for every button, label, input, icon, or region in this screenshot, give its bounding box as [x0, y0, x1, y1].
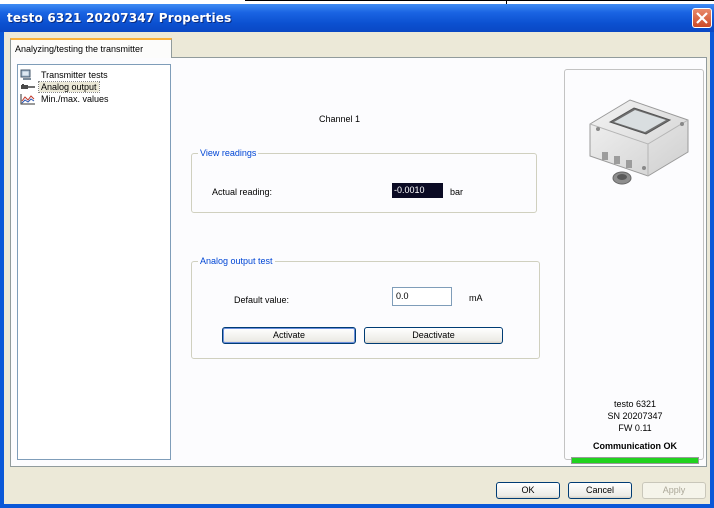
- device-model: testo 6321: [613, 399, 657, 409]
- view-readings-group: View readings Actual reading: -0.0010 ba…: [191, 148, 537, 213]
- cancel-button[interactable]: Cancel: [568, 482, 632, 499]
- tree-item-label: Transmitter tests: [41, 70, 108, 80]
- channel-title: Channel 1: [319, 114, 361, 124]
- ok-button[interactable]: OK: [496, 482, 560, 499]
- communication-status-bar: [571, 457, 699, 464]
- transmitter-device-image: [589, 99, 689, 185]
- view-readings-legend: View readings: [198, 148, 259, 158]
- default-value-unit: mA: [469, 293, 483, 303]
- device-firmware: FW 0.11: [618, 423, 652, 433]
- reading-unit: bar: [450, 187, 464, 197]
- properties-window: testo 6321 20207347 Properties Analyzing…: [0, 4, 714, 508]
- chart-line-icon: [20, 93, 36, 105]
- default-value-input[interactable]: 0.0: [392, 287, 452, 306]
- analog-output-test-legend: Analog output test: [198, 256, 275, 266]
- apply-button[interactable]: Apply: [642, 482, 706, 499]
- actual-reading-label: Actual reading:: [212, 187, 273, 197]
- dialog-client-area: Analyzing/testing the transmitter Transm…: [4, 32, 710, 504]
- tree-item-analog-output[interactable]: Analog output: [20, 81, 100, 93]
- default-value-label: Default value:: [234, 295, 290, 305]
- monitor-icon: [20, 69, 36, 81]
- cable-plug-icon: [20, 81, 36, 93]
- analog-output-test-group: Analog output test Default value: 0.0 mA…: [191, 256, 540, 359]
- navigation-tree: Transmitter tests Analog output Min./max…: [17, 64, 171, 460]
- actual-reading-value: -0.0010: [392, 183, 443, 198]
- title-bar[interactable]: testo 6321 20207347 Properties: [0, 4, 714, 32]
- device-serial: SN 20207347: [607, 411, 663, 421]
- tree-item-transmitter-tests[interactable]: Transmitter tests: [20, 69, 110, 81]
- device-info-panel: testo 6321 SN 20207347 FW 0.11 Communica…: [564, 69, 704, 464]
- communication-status: Communication OK: [592, 441, 677, 451]
- tab-panel: Transmitter tests Analog output Min./max…: [10, 57, 707, 467]
- activate-button[interactable]: Activate: [222, 327, 356, 344]
- deactivate-button[interactable]: Deactivate: [364, 327, 503, 344]
- tree-item-min-max-values[interactable]: Min./max. values: [20, 93, 111, 105]
- close-icon: [696, 12, 708, 24]
- tree-item-label: Analog output: [38, 81, 100, 93]
- close-button[interactable]: [692, 8, 712, 28]
- tab-label: Analyzing/testing the transmitter: [15, 44, 144, 54]
- tab-analyzing-testing[interactable]: Analyzing/testing the transmitter: [10, 38, 172, 58]
- window-title: testo 6321 20207347 Properties: [7, 11, 232, 25]
- tree-item-label: Min./max. values: [41, 94, 109, 104]
